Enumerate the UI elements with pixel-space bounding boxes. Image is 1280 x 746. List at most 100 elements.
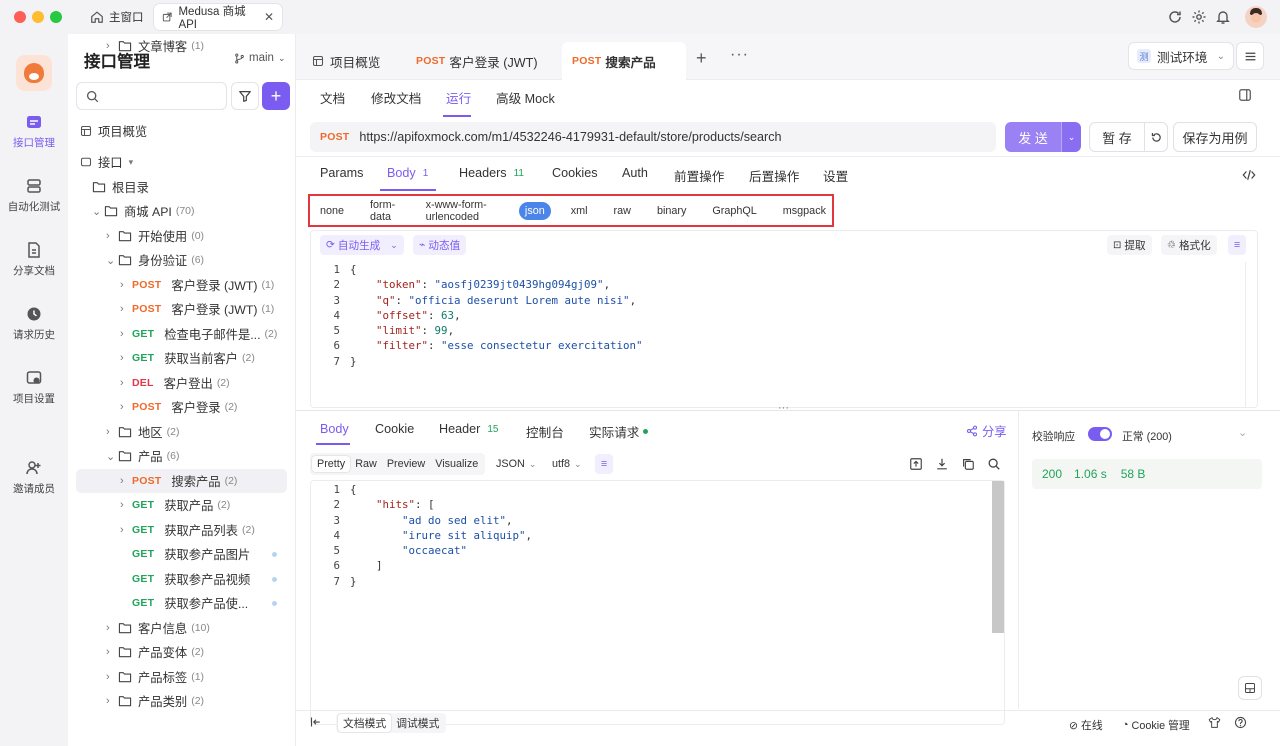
close-window-button[interactable] <box>14 11 26 23</box>
nav-invite-members[interactable]: 邀请成员 <box>0 459 68 496</box>
upload-icon[interactable] <box>909 457 923 471</box>
body-type-graphql[interactable]: GraphQL <box>706 202 762 220</box>
menu-button[interactable] <box>1236 42 1264 70</box>
nav-api-management[interactable]: 接口管理 <box>0 113 68 150</box>
sidebar-folder[interactable]: 根目录 <box>76 175 287 199</box>
body-type-urlencoded[interactable]: x-www-form-urlencoded <box>420 196 505 226</box>
bell-icon[interactable] <box>1215 9 1231 25</box>
body-type-binary[interactable]: binary <box>651 202 692 220</box>
sidebar-folder[interactable]: › 产品类别 (2) <box>76 689 287 713</box>
format-select[interactable]: JSON ⌄ <box>496 458 536 470</box>
view-visualize[interactable]: Visualize <box>430 456 483 472</box>
editor-scrollbar[interactable] <box>1245 262 1257 407</box>
minimize-window-button[interactable] <box>32 11 44 23</box>
response-tab-actual-request[interactable]: 实际请求 <box>589 422 649 441</box>
nav-project-settings[interactable]: 项目设置 <box>0 369 68 406</box>
sidebar-endpoint[interactable]: › GET 检查电子邮件是... (2) <box>76 322 287 346</box>
subtab-advanced-mock[interactable]: 高级 Mock <box>496 88 555 107</box>
tab-cookies[interactable]: Cookies <box>552 166 598 180</box>
window-tab-project[interactable]: Medusa 商城 API ✕ <box>154 4 282 31</box>
wrap-lines-button[interactable]: ≡ <box>595 454 614 474</box>
panel-toggle-icon[interactable] <box>1238 88 1252 102</box>
sidebar-folder[interactable]: › 文章博客 (1) <box>76 34 287 58</box>
sidebar-endpoint[interactable]: › POST 客户登录 (JWT) (1) <box>76 273 287 297</box>
sidebar-folder[interactable]: › 开始使用 (0) <box>76 224 287 248</box>
drag-handle-icon[interactable]: ··· <box>778 402 789 414</box>
window-tab-home[interactable]: 主窗口 <box>82 4 152 30</box>
doc-mode-button[interactable]: 文档模式 <box>338 714 392 732</box>
nav-history[interactable]: 请求历史 <box>0 305 68 342</box>
encoding-select[interactable]: utf8 ⌄ <box>552 458 582 470</box>
response-tab-body[interactable]: Body <box>320 422 349 436</box>
tab-settings[interactable]: 设置 <box>823 166 848 185</box>
collapse-sidebar-icon[interactable] <box>310 716 322 728</box>
sidebar-folder[interactable]: › 地区 (2) <box>76 420 287 444</box>
sidebar-endpoint[interactable]: › POST 客户登录 (2) <box>76 395 287 419</box>
more-tabs-icon[interactable]: ··· <box>730 46 749 64</box>
environment-selector[interactable]: 测 测试环境 ⌄ <box>1128 42 1234 70</box>
add-tab-button[interactable]: + <box>696 48 707 69</box>
view-preview[interactable]: Preview <box>382 456 430 472</box>
url-input[interactable]: POST https://apifoxmock.com/m1/4532246-4… <box>310 122 996 152</box>
sidebar-endpoint[interactable]: › GET 获取产品列表 (2) <box>76 518 287 542</box>
format-button[interactable]: ♲ 格式化 <box>1161 235 1217 255</box>
view-pretty[interactable]: Pretty <box>312 456 351 472</box>
dynamic-value-button[interactable]: ⌁ 动态值 <box>413 235 467 255</box>
share-button[interactable]: 分享 <box>966 422 1007 440</box>
send-options-button[interactable]: ⌄ <box>1061 122 1081 152</box>
subtab-run[interactable]: 运行 <box>446 88 471 107</box>
validate-response-toggle[interactable] <box>1088 427 1112 441</box>
tab-headers[interactable]: Headers 11 <box>459 166 524 180</box>
sidebar-folder[interactable]: ⌄ 身份验证 (6) <box>76 248 287 272</box>
add-button[interactable]: + <box>262 82 290 110</box>
view-raw[interactable]: Raw <box>350 456 382 472</box>
response-tab-cookie[interactable]: Cookie <box>375 422 414 436</box>
sidebar-endpoint[interactable]: › POST 搜索产品 (2) <box>76 469 287 493</box>
layout-button[interactable] <box>1238 676 1262 700</box>
response-tab-console[interactable]: 控制台 <box>526 422 564 441</box>
sidebar-endpoint[interactable]: › POST 客户登录 (JWT) (1) <box>76 297 287 321</box>
sidebar-endpoint[interactable]: › GET 获取当前客户 (2) <box>76 346 287 370</box>
online-status[interactable]: ⊘ 在线 <box>1069 717 1103 733</box>
sidebar-folder[interactable]: › 产品变体 (2) <box>76 640 287 664</box>
refresh-icon[interactable] <box>1167 9 1183 25</box>
save-button[interactable]: 暂 存 <box>1089 122 1145 152</box>
user-avatar[interactable] <box>1245 6 1267 28</box>
download-icon[interactable] <box>935 457 949 471</box>
send-button[interactable]: 发 送 <box>1005 122 1061 152</box>
body-type-raw[interactable]: raw <box>608 202 637 220</box>
search-icon[interactable] <box>987 457 1001 471</box>
tab-search-products[interactable]: POST 搜索产品 <box>562 42 686 80</box>
chevron-down-icon[interactable]: ⌄ <box>1238 426 1247 439</box>
filter-button[interactable] <box>231 82 259 110</box>
sidebar-folder[interactable]: › 客户信息 (10) <box>76 616 287 640</box>
wrap-lines-button[interactable]: ≡ <box>1228 235 1247 255</box>
subtab-doc[interactable]: 文档 <box>320 88 345 107</box>
body-type-json[interactable]: json <box>518 201 551 220</box>
search-input[interactable] <box>76 82 227 110</box>
zoom-window-button[interactable] <box>50 11 62 23</box>
close-tab-icon[interactable]: ✕ <box>264 10 274 24</box>
tab-post-operation[interactable]: 后置操作 <box>749 166 799 185</box>
copy-icon[interactable] <box>961 457 975 471</box>
tab-params[interactable]: Params <box>320 166 363 180</box>
nav-automation[interactable]: 自动化测试 <box>0 177 68 214</box>
body-type-none[interactable]: none <box>314 202 350 220</box>
sidebar-folder[interactable]: ⌄ 产品 (6) <box>76 444 287 468</box>
sidebar-item-overview[interactable]: 项目概览 <box>76 119 287 143</box>
tab-body[interactable]: Body 1 <box>387 166 428 180</box>
help-icon[interactable] <box>1234 716 1247 729</box>
sidebar-endpoint[interactable]: › GET 获取产品 (2) <box>76 493 287 517</box>
sidebar-folder[interactable]: › 产品标签 (1) <box>76 665 287 689</box>
sidebar-item-api-root[interactable]: 接口 ▾ <box>76 150 287 174</box>
sidebar-endpoint[interactable]: GET 获取参产品使... <box>76 591 287 615</box>
auto-generate-button[interactable]: ⟳ 自动生成 ⌄ <box>320 235 404 255</box>
shirt-icon[interactable] <box>1208 716 1221 729</box>
debug-mode-button[interactable]: 调试模式 <box>391 714 444 732</box>
body-type-form-data[interactable]: form-data <box>364 196 406 226</box>
tab-customer-login[interactable]: POST 客户登录 (JWT) <box>406 42 548 80</box>
sidebar-endpoint[interactable]: GET 获取参产品视频 <box>76 567 287 591</box>
subtab-edit-doc[interactable]: 修改文档 <box>371 88 421 107</box>
response-scrollbar[interactable] <box>992 481 1004 633</box>
gear-icon[interactable] <box>1191 9 1207 25</box>
